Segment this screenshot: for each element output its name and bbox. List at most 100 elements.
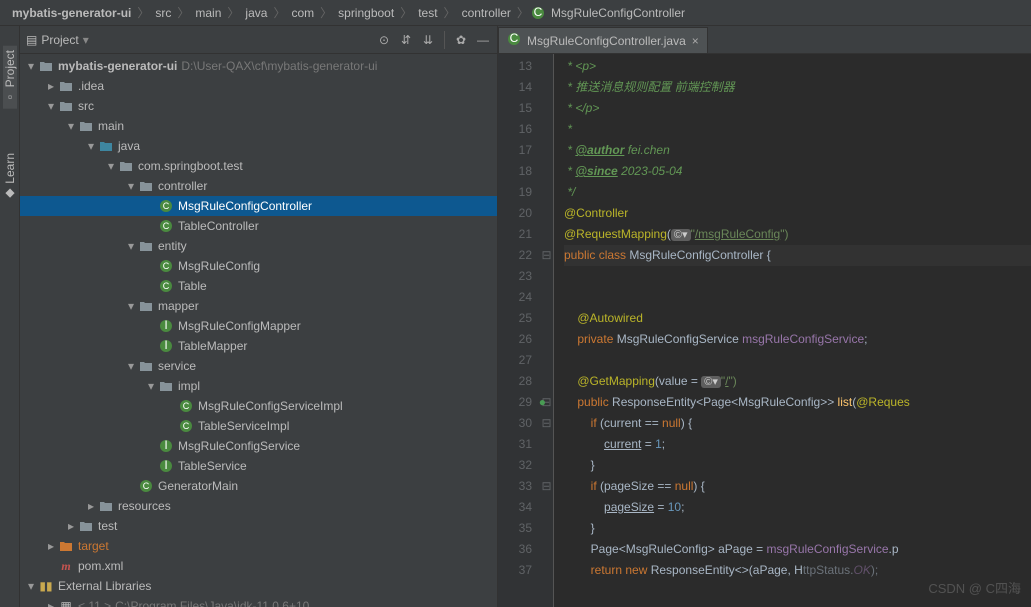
package-icon	[158, 379, 174, 393]
hide-icon[interactable]: —	[475, 32, 491, 48]
package-icon	[138, 359, 154, 373]
breadcrumb: mybatis-generator-ui 〉 src 〉 main 〉 java…	[0, 0, 1031, 26]
tree-main[interactable]: ▾main	[20, 116, 497, 136]
spring-mapping-icon: ©▾	[671, 229, 691, 241]
project-panel-title[interactable]: Project	[41, 33, 78, 47]
chevron-right-icon: 〉	[400, 4, 412, 21]
code-body[interactable]: * <p> * 推送消息规则配置 前端控制器 * </p> * * @autho…	[554, 54, 1031, 607]
dropdown-icon[interactable]: ▾	[83, 33, 89, 47]
tree-msgruleconfigmapper[interactable]: IMsgRuleConfigMapper	[20, 316, 497, 336]
package-icon	[118, 159, 134, 173]
close-icon[interactable]: ×	[692, 34, 699, 48]
crumb-java[interactable]: java	[241, 6, 271, 20]
tree-external-libraries[interactable]: ▾▮▮External Libraries	[20, 576, 497, 596]
crumb-src[interactable]: src	[151, 6, 175, 20]
tree-msgruleconfigcontroller[interactable]: CMsgRuleConfigController	[20, 196, 497, 216]
tree-resources[interactable]: ▸resources	[20, 496, 497, 516]
fold-toggle-icon[interactable]: ⊟	[540, 245, 553, 266]
tree-entity[interactable]: ▾entity	[20, 236, 497, 256]
class-icon: C	[178, 399, 194, 413]
svg-text:I: I	[164, 339, 167, 352]
tree-msgruleconfigservice[interactable]: IMsgRuleConfigService	[20, 436, 497, 456]
libraries-icon: ▮▮	[38, 579, 54, 593]
tree-msgruleconfigserviceimpl[interactable]: CMsgRuleConfigServiceImpl	[20, 396, 497, 416]
maven-icon: m	[58, 559, 74, 573]
target-folder-icon	[58, 539, 74, 553]
tree-target[interactable]: ▸target	[20, 536, 497, 556]
collapse-all-icon[interactable]: ⇊	[420, 32, 436, 48]
expand-all-icon[interactable]: ⇵	[398, 32, 414, 48]
crumb-com[interactable]: com	[287, 6, 318, 20]
svg-text:I: I	[164, 459, 167, 472]
tree-tableservice[interactable]: ITableService	[20, 456, 497, 476]
crumb-springboot[interactable]: springboot	[334, 6, 398, 20]
crumb-test[interactable]: test	[414, 6, 441, 20]
run-gutter-icon[interactable]: ●	[524, 392, 546, 413]
folder-icon	[38, 59, 54, 73]
square-icon: ▫	[3, 91, 17, 105]
tree-pom[interactable]: mpom.xml	[20, 556, 497, 576]
class-icon: C	[138, 479, 154, 493]
chevron-right-icon: 〉	[517, 4, 529, 21]
tree-impl[interactable]: ▾impl	[20, 376, 497, 396]
folder-icon	[78, 519, 94, 533]
svg-text:C: C	[163, 221, 170, 231]
class-icon: C	[158, 199, 174, 213]
select-opened-file-icon[interactable]: ⊙	[376, 32, 392, 48]
tree-tablemapper[interactable]: ITableMapper	[20, 336, 497, 356]
package-icon	[138, 299, 154, 313]
svg-text:C: C	[510, 32, 519, 45]
interface-icon: I	[158, 459, 174, 473]
fold-column: ⊟ ⊟ ⊟ ⊟	[540, 54, 554, 607]
fold-toggle-icon[interactable]: ⊟	[540, 476, 553, 497]
tree-jdk[interactable]: ▸▦< 11 >C:\Program Files\Java\jdk-11.0.6…	[20, 596, 497, 607]
crumb-controller[interactable]: controller	[458, 6, 515, 20]
editor-tab-bar: C MsgRuleConfigController.java ×	[498, 26, 1031, 54]
learn-tool-tab[interactable]: ◆ Learn	[3, 149, 17, 205]
interface-icon: I	[158, 439, 174, 453]
tree-root[interactable]: ▾mybatis-generator-uiD:\User-QAX\cf\myba…	[20, 56, 497, 76]
class-icon: C	[158, 279, 174, 293]
package-icon	[138, 179, 154, 193]
tree-msgruleconfig[interactable]: CMsgRuleConfig	[20, 256, 497, 276]
tree-table[interactable]: CTable	[20, 276, 497, 296]
editor-area: C MsgRuleConfigController.java × 1314151…	[498, 26, 1031, 607]
tree-controller[interactable]: ▾controller	[20, 176, 497, 196]
project-tree[interactable]: ▾mybatis-generator-uiD:\User-QAX\cf\myba…	[20, 54, 497, 607]
chevron-right-icon: 〉	[444, 4, 456, 21]
tree-java[interactable]: ▾java	[20, 136, 497, 156]
gear-icon[interactable]: ✿	[453, 32, 469, 48]
tree-pkg[interactable]: ▾com.springboot.test	[20, 156, 497, 176]
chevron-right-icon: 〉	[320, 4, 332, 21]
tree-tableserviceimpl[interactable]: CTableServiceImpl	[20, 416, 497, 436]
crumb-main[interactable]: main	[191, 6, 225, 20]
fold-toggle-icon[interactable]: ⊟	[540, 413, 553, 434]
editor-tab[interactable]: C MsgRuleConfigController.java ×	[498, 27, 708, 53]
svg-text:C: C	[143, 481, 150, 491]
interface-icon: I	[158, 339, 174, 353]
interface-icon: I	[158, 319, 174, 333]
tree-src[interactable]: ▾src	[20, 96, 497, 116]
folder-icon	[78, 119, 94, 133]
tree-tablecontroller[interactable]: CTableController	[20, 216, 497, 236]
tree-test-folder[interactable]: ▸test	[20, 516, 497, 536]
svg-text:C: C	[163, 281, 170, 291]
class-icon: C	[531, 6, 545, 20]
svg-text:C: C	[183, 421, 190, 431]
project-panel: ▤ Project ▾ ⊙ ⇵ ⇊ ✿ — ▾mybatis-generator…	[20, 26, 498, 607]
tree-service[interactable]: ▾service	[20, 356, 497, 376]
tree-generatormain[interactable]: CGeneratorMain	[20, 476, 497, 496]
project-tool-tab[interactable]: ▫ Project	[3, 46, 17, 109]
tree-mapper[interactable]: ▾mapper	[20, 296, 497, 316]
tree-idea[interactable]: ▸.idea	[20, 76, 497, 96]
crumb-class[interactable]: MsgRuleConfigController	[547, 6, 689, 20]
class-icon: C	[178, 419, 194, 433]
package-icon	[138, 239, 154, 253]
chevron-right-icon: 〉	[137, 4, 149, 21]
crumb-root[interactable]: mybatis-generator-ui	[8, 6, 135, 20]
source-folder-icon	[98, 139, 114, 153]
class-icon: C	[507, 32, 521, 49]
line-number-gutter: 13141516171819202122232425262728 29● 303…	[498, 54, 540, 607]
svg-text:I: I	[164, 439, 167, 452]
code-editor[interactable]: 13141516171819202122232425262728 29● 303…	[498, 54, 1031, 607]
